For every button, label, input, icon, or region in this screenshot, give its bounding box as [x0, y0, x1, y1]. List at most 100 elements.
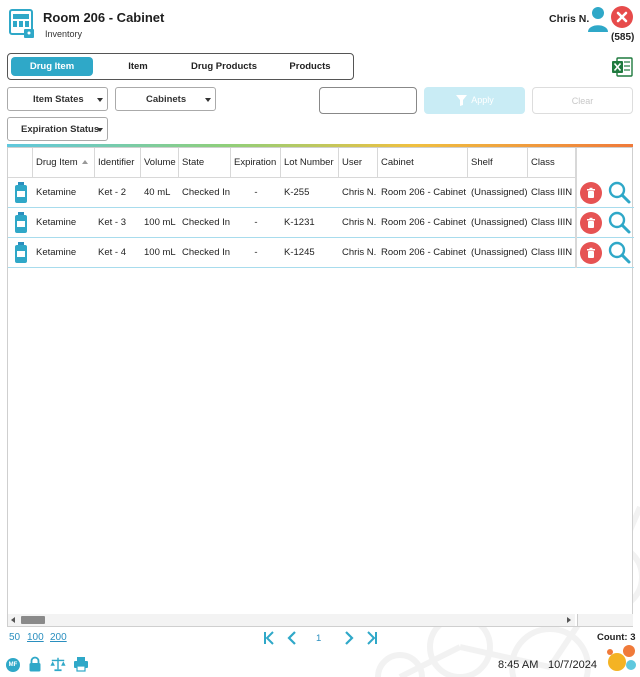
cell-cabinet: Room 206 - Cabinet	[381, 187, 467, 198]
trash-icon	[587, 187, 595, 198]
column-header-lot-number[interactable]: Lot Number	[281, 148, 339, 178]
scroll-left-icon[interactable]	[11, 617, 15, 623]
apply-label: Apply	[471, 95, 494, 105]
chevron-down-icon	[205, 98, 211, 102]
scroll-right-icon[interactable]	[567, 617, 571, 623]
column-header-user[interactable]: User	[339, 148, 378, 178]
lock-icon[interactable]	[27, 656, 43, 672]
clear-label: Clear	[571, 96, 594, 106]
cell-state: Checked In	[182, 217, 231, 228]
column-label: Drug Item	[36, 157, 78, 168]
cell-expiration: -	[254, 187, 258, 198]
clock-time: 8:45 AM	[498, 659, 539, 671]
user-icon[interactable]	[587, 6, 609, 32]
search-input[interactable]	[319, 87, 417, 114]
expiration-status-label: Expiration Status	[21, 124, 100, 135]
trash-icon	[587, 247, 595, 258]
inventory-table: Drug Item Identifier Volume State Expira…	[7, 147, 634, 627]
item-states-dropdown[interactable]: Item States	[7, 87, 108, 111]
cell-user: Chris N.	[342, 247, 377, 258]
cell-state: Checked In	[182, 187, 231, 198]
column-header-volume[interactable]: Volume	[141, 148, 179, 178]
clock-date: 10/7/2024	[548, 659, 597, 671]
cabinets-label: Cabinets	[146, 94, 187, 105]
cabinet-icon	[9, 9, 34, 38]
app-logo-icon	[607, 645, 636, 671]
first-page-icon[interactable]	[263, 629, 275, 647]
column-header-shelf[interactable]: Shelf	[468, 148, 528, 178]
tab-drug-products[interactable]: Drug Products	[180, 57, 268, 76]
chevron-down-icon	[97, 98, 103, 102]
column-header-expiration[interactable]: Expiration	[231, 148, 281, 178]
chevron-down-icon	[97, 128, 103, 132]
vial-icon	[15, 212, 27, 233]
page-subtitle: Inventory	[45, 29, 83, 39]
cell-volume: 100 mL	[144, 247, 176, 258]
cell-drug-item: Ketamine	[36, 217, 77, 228]
user-name: Chris N.	[549, 13, 590, 25]
next-page-icon[interactable]	[343, 629, 355, 647]
cabinets-dropdown[interactable]: Cabinets	[115, 87, 216, 111]
table-header: Drug Item Identifier Volume State Expira…	[8, 148, 575, 178]
cell-lot-number: K-255	[284, 187, 310, 198]
cell-state: Checked In	[182, 247, 231, 258]
cell-identifier: Ket - 3	[98, 217, 126, 228]
cell-expiration: -	[254, 247, 258, 258]
apply-button[interactable]: Apply	[424, 87, 525, 114]
vial-icon	[15, 182, 27, 203]
page-size-50[interactable]: 50	[9, 632, 20, 643]
cell-shelf: (Unassigned)	[471, 187, 528, 198]
scrollbar-thumb[interactable]	[21, 616, 45, 624]
cell-expiration: -	[254, 217, 258, 228]
item-states-label: Item States	[33, 94, 84, 105]
table-row[interactable]: Ketamine Ket - 3 100 mL Checked In - K-1…	[8, 208, 575, 238]
header-bar: Room 206 - Cabinet Inventory Chris N. (5…	[0, 0, 640, 50]
cell-class: Class IIIN	[531, 187, 573, 198]
page-title: Room 206 - Cabinet	[43, 10, 165, 25]
search-icon[interactable]	[607, 240, 631, 264]
excel-icon[interactable]	[611, 57, 633, 77]
vial-icon	[15, 242, 27, 263]
delete-button[interactable]	[580, 182, 602, 204]
horizontal-scrollbar[interactable]	[8, 614, 575, 626]
previous-page-icon[interactable]	[286, 629, 298, 647]
header-icon-col	[8, 148, 33, 178]
tab-products[interactable]: Products	[270, 57, 350, 76]
search-icon[interactable]	[607, 180, 631, 204]
cell-lot-number: K-1231	[284, 217, 315, 228]
cell-drug-item: Ketamine	[36, 247, 77, 258]
cell-lot-number: K-1245	[284, 247, 315, 258]
cell-cabinet: Room 206 - Cabinet	[381, 247, 467, 258]
cell-identifier: Ket - 2	[98, 187, 126, 198]
table-row[interactable]: Ketamine Ket - 2 40 mL Checked In - K-25…	[8, 178, 575, 208]
tab-drug-item[interactable]: Drug Item	[11, 57, 93, 76]
column-header-identifier[interactable]: Identifier	[95, 148, 141, 178]
expiration-status-dropdown[interactable]: Expiration Status	[7, 117, 108, 141]
search-icon[interactable]	[607, 210, 631, 234]
cell-class: Class IIIN	[531, 217, 573, 228]
clear-button[interactable]: Clear	[532, 87, 633, 114]
last-page-icon[interactable]	[366, 629, 378, 647]
trash-icon	[587, 217, 595, 228]
page-size-200[interactable]: 200	[50, 632, 67, 643]
user-count: (585)	[611, 32, 635, 43]
close-button[interactable]	[611, 6, 633, 28]
sort-asc-icon	[81, 160, 88, 165]
tab-item[interactable]: Item	[98, 57, 178, 76]
column-header-state[interactable]: State	[179, 148, 231, 178]
cell-identifier: Ket - 4	[98, 247, 126, 258]
delete-button[interactable]	[580, 242, 602, 264]
column-header-class[interactable]: Class	[528, 148, 575, 178]
scale-icon[interactable]	[50, 656, 66, 672]
column-header-cabinet[interactable]: Cabinet	[378, 148, 468, 178]
printer-icon[interactable]	[73, 656, 89, 672]
delete-button[interactable]	[580, 212, 602, 234]
table-row[interactable]: Ketamine Ket - 4 100 mL Checked In - K-1…	[8, 238, 575, 268]
cell-cabinet: Room 206 - Cabinet	[381, 217, 467, 228]
cell-shelf: (Unassigned)	[471, 217, 528, 228]
mf-badge-icon[interactable]: MF	[6, 658, 20, 672]
page-size-100[interactable]: 100	[27, 632, 44, 643]
column-header-drug-item[interactable]: Drug Item	[33, 148, 95, 178]
row-actions	[577, 178, 634, 208]
cell-shelf: (Unassigned)	[471, 247, 528, 258]
